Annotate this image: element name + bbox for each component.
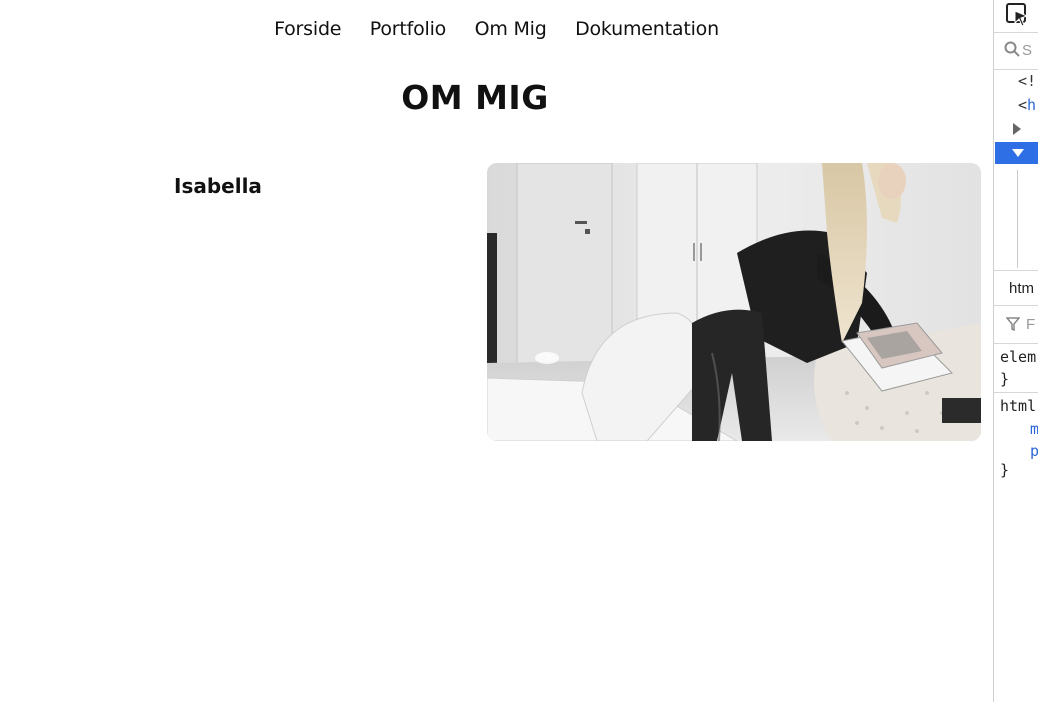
tree-guide-line — [1017, 170, 1018, 268]
filter-icon — [1006, 317, 1020, 331]
rule-close-brace: } — [1000, 370, 1010, 388]
element-picker-icon — [1006, 3, 1029, 27]
expand-triangle-icon[interactable] — [1013, 123, 1021, 135]
nav-link-dokumentation[interactable]: Dokumentation — [575, 18, 719, 40]
rule-property-padding[interactable]: p — [1030, 442, 1038, 460]
rule-html-selector[interactable]: html — [1000, 397, 1036, 415]
nav-link-portfolio[interactable]: Portfolio — [370, 18, 447, 40]
styles-filter[interactable]: F — [994, 306, 1038, 344]
rule-close-brace-2: } — [1000, 461, 1010, 479]
nav-link-forside[interactable]: Forside — [274, 18, 341, 40]
breadcrumb-item[interactable]: htm — [1009, 280, 1034, 297]
devtools-search-placeholder: S — [1022, 42, 1033, 59]
photo-illustration — [487, 163, 981, 441]
devtools-panel: S <! <h htm F elem } html m p } — [993, 0, 1038, 702]
web-page: Forside Portfolio Om Mig Dokumentation O… — [0, 0, 993, 702]
rule-element-selector[interactable]: elem — [1000, 348, 1036, 366]
devtools-breadcrumb[interactable]: htm — [994, 270, 1038, 306]
tree-tag: h — [1027, 96, 1037, 114]
devtools-search[interactable]: S — [994, 33, 1038, 70]
search-icon — [1004, 41, 1020, 57]
tree-doctype[interactable]: <! — [1018, 72, 1036, 90]
collapse-triangle-icon[interactable] — [1012, 149, 1024, 157]
rule-property-margin[interactable]: m — [1030, 420, 1038, 438]
element-picker-button[interactable] — [994, 0, 1038, 33]
main-nav: Forside Portfolio Om Mig Dokumentation — [0, 18, 993, 40]
person-name: Isabella — [174, 174, 262, 198]
nav-link-om-mig[interactable]: Om Mig — [475, 18, 547, 40]
tree-bracket: < — [1018, 96, 1028, 114]
page-title: OM MIG — [401, 78, 549, 117]
rule-divider — [994, 392, 1038, 393]
profile-photo — [487, 163, 981, 441]
tree-html-node[interactable]: <h — [1018, 96, 1036, 114]
styles-filter-placeholder: F — [1026, 316, 1036, 333]
